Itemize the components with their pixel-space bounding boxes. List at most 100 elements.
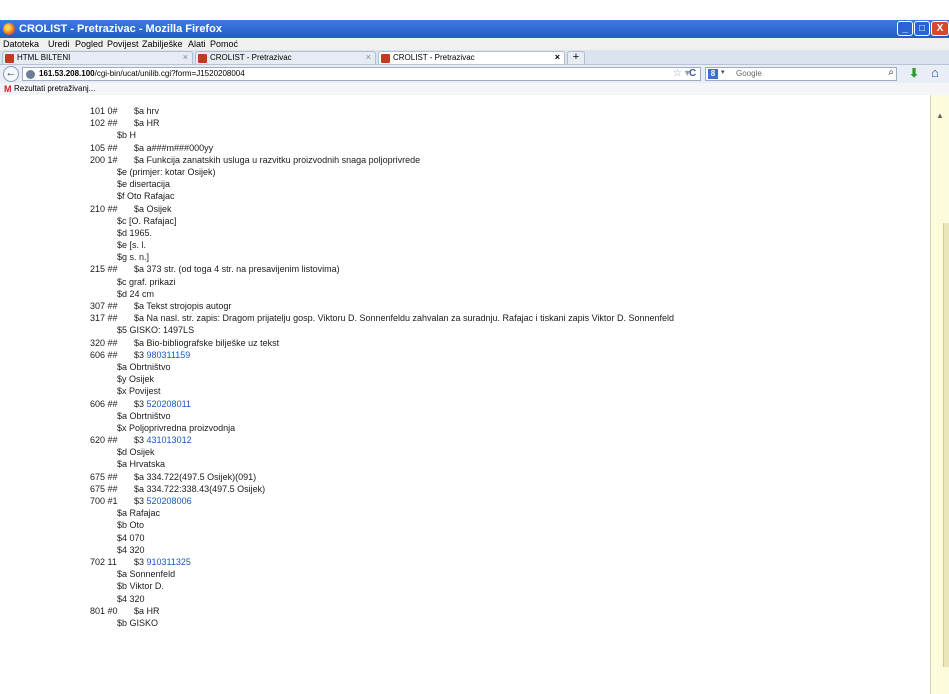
subfield-value: HR [146, 605, 160, 616]
subfield-value: H [129, 130, 137, 141]
subfield-code: $a [134, 313, 145, 324]
bookmark-item[interactable]: Rezultati pretraživanj... [14, 84, 95, 93]
authority-link[interactable]: 520208006 [147, 496, 192, 506]
search-box[interactable]: 8 ▾ Google ⌕ [705, 67, 897, 81]
tab-crolist-1[interactable]: CROLIST - Pretrazivac × [195, 51, 376, 64]
minimize-button[interactable]: _ [897, 21, 913, 36]
subfield: $g s. n.] [117, 251, 149, 263]
subfield: $3 520208006 [134, 495, 192, 507]
authority-link[interactable]: 980311159 [147, 350, 191, 360]
subfield: $a 334.722(497.5 Osijek)(091) [134, 471, 256, 483]
page-favicon-icon [381, 54, 390, 63]
subfield-value: 334.722(497.5 Osijek)(091) [146, 471, 257, 482]
subfield: $a 334.722:338.43(497.5 Osijek) [134, 483, 265, 495]
subfield-code: $y [117, 374, 127, 385]
subfield: $a HR [134, 117, 160, 129]
subfield: $c [O. Rafajac] [117, 215, 177, 227]
subfield: $3 520208011 [134, 398, 191, 410]
field-tag: 105 ## [90, 142, 118, 153]
subfield-value: hrv [146, 106, 160, 116]
subfield-code: $3 [134, 349, 145, 360]
tab-bar: HTML BILTENI × CROLIST - Pretrazivac × C… [0, 50, 949, 65]
subfield: $3 980311159 [134, 349, 190, 361]
field-tag: 210 ## [90, 203, 118, 214]
subfield: $d 1965. [117, 227, 152, 239]
subfield: $4 070 [117, 532, 145, 544]
subfield-code: $4 [117, 593, 128, 604]
subfield: $3 431013012 [134, 434, 192, 446]
subfield-value: Osijek [146, 203, 172, 214]
subfield-code: $e [117, 179, 128, 190]
field-tag: 307 ## [90, 301, 118, 311]
subfield-code: $4 [117, 532, 128, 543]
menu-zabiljeske[interactable]: Zabilješke [142, 39, 183, 49]
subfield: $a Osijek [134, 203, 172, 215]
subfield-value: Poljoprivredna proizvodnja [129, 422, 236, 433]
subfield: $a hrv [134, 105, 159, 117]
reload-icon[interactable]: C [689, 68, 696, 79]
menu-povijest[interactable]: Povijest [107, 39, 139, 49]
back-button[interactable]: ← [3, 66, 19, 82]
menu-alati[interactable]: Alati [188, 39, 206, 49]
subfield: $d Osijek [117, 446, 155, 458]
subfield-value: Osijek [129, 447, 155, 458]
subfield-code: $f [117, 191, 125, 202]
tab-crolist-active[interactable]: CROLIST - Pretrazivac × [378, 51, 565, 64]
close-window-button[interactable]: X [931, 21, 949, 36]
subfield: $f Oto Rafajac [117, 190, 175, 202]
subfield-code: $a [134, 106, 145, 116]
scrollbar-thumb[interactable] [943, 223, 949, 667]
subfield-code: $3 [134, 556, 145, 567]
bookmark-star-icon[interactable]: ☆ ▾ [673, 68, 690, 79]
maximize-button[interactable]: □ [914, 21, 930, 36]
subfield: $a HR [134, 605, 160, 617]
page-favicon-icon [198, 54, 207, 63]
url-bar[interactable]: 161.53.208.100/cgi-bin/ucat/unilib.cgi?f… [22, 67, 701, 81]
firefox-icon [3, 23, 15, 35]
google-icon[interactable]: 8 [708, 69, 718, 79]
authority-link[interactable]: 910311325 [147, 557, 191, 567]
new-tab-button[interactable]: + [567, 51, 585, 64]
field-tag: 317 ## [90, 313, 118, 324]
site-identity-icon[interactable] [26, 70, 35, 79]
vertical-scrollbar[interactable]: ▲ [930, 95, 949, 694]
field-tag: 620 ## [90, 435, 118, 446]
subfield-code: $b [117, 617, 128, 628]
search-engine-dropdown-icon[interactable]: ▾ [721, 68, 725, 76]
search-icon[interactable]: ⌕ [888, 67, 894, 78]
subfield-code: $x [117, 422, 127, 433]
authority-link[interactable]: 520208011 [147, 399, 191, 409]
subfield: $e disertacija [117, 178, 170, 190]
window-title-bar: CROLIST - Pretrazivac - Mozilla Firefox … [0, 20, 949, 38]
download-icon[interactable]: ⬇ [909, 66, 919, 80]
field-tag: 101 0# [90, 106, 118, 116]
subfield-code: $a [117, 569, 128, 580]
page-favicon-icon [5, 54, 14, 63]
subfield-value: Osijek [129, 374, 155, 385]
menu-uredi[interactable]: Uredi [48, 39, 70, 49]
field-tag: 102 ## [90, 118, 118, 129]
tab-close-icon[interactable]: × [555, 52, 560, 62]
subfield-code: $a [134, 605, 145, 616]
menu-bar: Datoteka Uredi Pogled Povijest Zabilješk… [0, 38, 949, 50]
tab-html-bilteni[interactable]: HTML BILTENI × [2, 51, 193, 64]
subfield-value: GISKO: 1497LS [129, 325, 195, 336]
search-placeholder: Google [736, 69, 762, 78]
subfield-code: $a [117, 361, 128, 372]
tab-close-icon[interactable]: × [183, 52, 188, 62]
subfield-code: $d [117, 447, 128, 458]
subfield-value: 320 [129, 544, 145, 555]
scroll-up-icon[interactable]: ▲ [936, 111, 944, 120]
tab-close-icon[interactable]: × [366, 52, 371, 62]
field-tag: 606 ## [90, 398, 118, 409]
home-icon[interactable]: ⌂ [931, 65, 939, 80]
subfield-code: $a [134, 154, 145, 165]
menu-pogled[interactable]: Pogled [75, 39, 103, 49]
subfield: $a Funkcija zanatskih usluga u razvitku … [134, 154, 420, 166]
subfield: $e [s. l. [117, 239, 146, 251]
authority-link[interactable]: 431013012 [147, 435, 192, 445]
subfield-value: Hrvatska [129, 459, 166, 470]
menu-pomoc[interactable]: Pomoć [210, 39, 238, 49]
subfield-value: Oto [129, 520, 145, 531]
menu-datoteka[interactable]: Datoteka [3, 39, 39, 49]
